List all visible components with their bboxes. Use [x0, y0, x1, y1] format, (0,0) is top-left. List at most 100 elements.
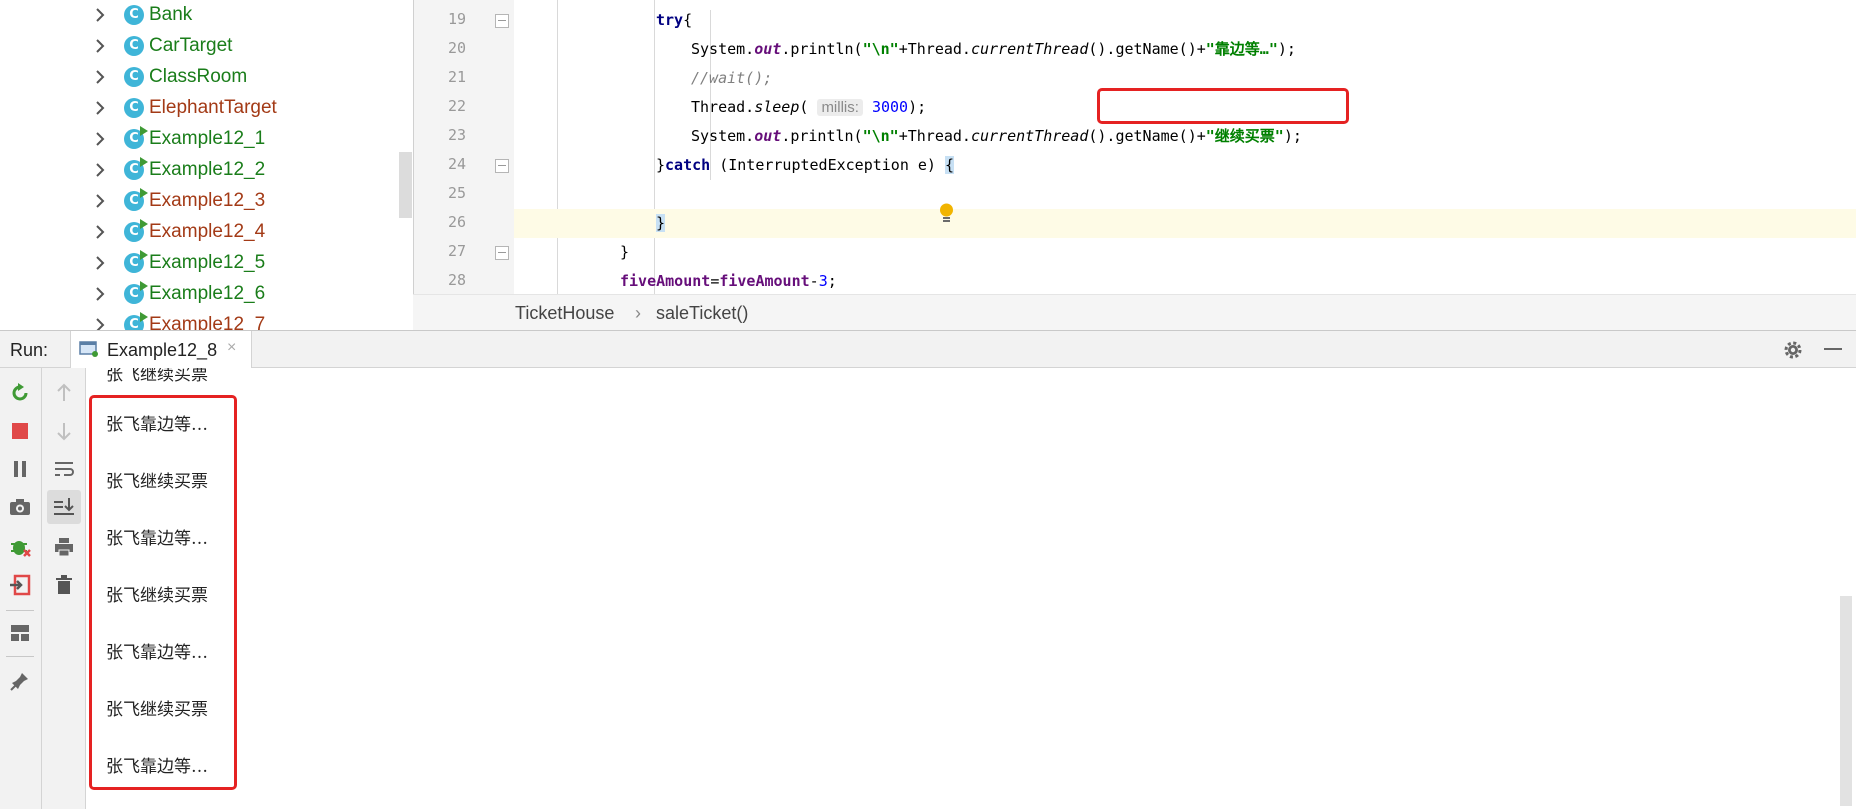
- run-toolbar: [0, 368, 42, 809]
- console-output[interactable]: 张飞继续买票 张飞靠边等… 张飞继续买票 张飞靠边等… 张飞继续买票 张飞靠边等…: [86, 368, 1856, 809]
- arrow-up-icon[interactable]: [51, 380, 77, 406]
- project-tree: C Bank C CarTarget C ClassRoom C Elephan…: [0, 0, 413, 330]
- chevron-right-icon[interactable]: [92, 69, 108, 85]
- code-line-27: }: [620, 243, 630, 261]
- line-number: 26: [447, 213, 466, 231]
- scroll-to-end-icon[interactable]: [47, 490, 81, 524]
- breadcrumb: TicketHouse › saleTicket(): [413, 294, 1856, 331]
- runnable-class-icon: C: [124, 126, 148, 149]
- tree-item-label: Example12_3: [149, 190, 266, 211]
- chevron-right-icon[interactable]: [92, 162, 108, 178]
- tree-item-label: ElephantTarget: [149, 97, 277, 118]
- tree-item-elephanttarget[interactable]: C ElephantTarget: [0, 93, 400, 124]
- breadcrumb-separator: ›: [635, 303, 641, 323]
- code-line-26: }: [514, 209, 1856, 238]
- chevron-right-icon[interactable]: [92, 7, 108, 23]
- rerun-icon[interactable]: [7, 380, 33, 406]
- run-header: Run: Example12_8 ×: [0, 330, 1856, 368]
- tree-item-label: Example12_6: [149, 283, 266, 304]
- layout-icon[interactable]: [7, 620, 33, 646]
- minimize-icon[interactable]: [1824, 348, 1842, 350]
- fold-icon[interactable]: [495, 14, 509, 28]
- line-number: 19: [447, 10, 466, 28]
- run-label: Run:: [10, 340, 49, 360]
- line-number: 27: [447, 242, 466, 260]
- tree-item-example12-6[interactable]: C Example12_6: [0, 279, 400, 310]
- tree-item-label: Bank: [149, 4, 193, 25]
- tree-item-example12-5[interactable]: C Example12_5: [0, 248, 400, 279]
- tree-item-classroom[interactable]: C ClassRoom: [0, 62, 400, 93]
- soft-wrap-icon[interactable]: [51, 456, 77, 482]
- class-icon: C: [124, 36, 144, 56]
- close-icon[interactable]: ×: [227, 339, 236, 357]
- code-line-23: System.out.println("\n"+Thread.currentTh…: [691, 127, 1302, 145]
- class-icon: C: [124, 67, 144, 87]
- line-number: 21: [447, 68, 466, 86]
- line-number: 22: [447, 97, 466, 115]
- runnable-class-icon: C: [124, 219, 148, 242]
- pin-icon[interactable]: [7, 668, 33, 694]
- highlight-box: [1097, 88, 1349, 124]
- tree-item-example12-7[interactable]: C Example12_7: [0, 310, 400, 330]
- console-line: 张飞继续买票: [106, 368, 208, 385]
- camera-icon[interactable]: [7, 494, 33, 520]
- code-line-19: try{: [656, 11, 693, 29]
- tree-item-label: ClassRoom: [149, 66, 248, 87]
- tree-item-cartarget[interactable]: C CarTarget: [0, 31, 400, 62]
- tree-item-example12-1[interactable]: C Example12_1: [0, 124, 400, 155]
- runnable-class-icon: C: [124, 188, 148, 211]
- chevron-right-icon[interactable]: [92, 286, 108, 302]
- tree-item-example12-2[interactable]: C Example12_2: [0, 155, 400, 186]
- run-config-icon: [79, 341, 98, 357]
- fold-icon[interactable]: [495, 246, 509, 260]
- breadcrumb-method[interactable]: saleTicket(): [656, 303, 748, 324]
- tree-item-example12-4[interactable]: C Example12_4: [0, 217, 400, 248]
- login-icon[interactable]: [7, 572, 33, 598]
- pause-icon[interactable]: [7, 456, 33, 482]
- fold-icon[interactable]: [495, 159, 509, 173]
- chevron-right-icon[interactable]: [92, 317, 108, 330]
- chevron-right-icon[interactable]: [92, 255, 108, 271]
- chevron-right-icon[interactable]: [92, 100, 108, 116]
- runnable-class-icon: C: [124, 157, 148, 180]
- print-icon[interactable]: [51, 534, 77, 560]
- debug-restart-icon[interactable]: [7, 534, 33, 560]
- tree-item-label: Example12_7: [149, 314, 266, 330]
- console-toolbar: [42, 368, 86, 809]
- gear-icon[interactable]: [1782, 339, 1804, 361]
- line-number: 23: [447, 126, 466, 144]
- chevron-right-icon[interactable]: [92, 131, 108, 147]
- tree-item-example12-3[interactable]: C Example12_3: [0, 186, 400, 217]
- chevron-right-icon[interactable]: [92, 224, 108, 240]
- tree-item-label: CarTarget: [149, 35, 233, 56]
- tree-item-label: Example12_5: [149, 252, 266, 273]
- lightbulb-icon[interactable]: [939, 203, 954, 223]
- code-area[interactable]: try{ System.out.println("\n"+Thread.curr…: [514, 0, 1856, 294]
- parameter-hint: millis:: [817, 99, 863, 116]
- runnable-class-icon: C: [124, 281, 148, 304]
- tree-item-label: Example12_4: [149, 221, 266, 242]
- run-tab[interactable]: Example12_8 ×: [70, 331, 252, 368]
- console-scrollbar[interactable]: [1840, 596, 1852, 806]
- class-icon: C: [124, 98, 144, 118]
- tree-item-label: Example12_1: [149, 128, 266, 149]
- highlight-box: [89, 395, 237, 790]
- chevron-right-icon[interactable]: [92, 38, 108, 54]
- stop-icon[interactable]: [7, 418, 33, 444]
- tree-item-bank[interactable]: C Bank: [0, 0, 400, 31]
- code-line-28: fiveAmount=fiveAmount-3;: [620, 272, 837, 290]
- run-tab-label: Example12_8: [107, 340, 218, 360]
- class-icon: C: [124, 5, 144, 25]
- arrow-down-icon[interactable]: [51, 418, 77, 444]
- runnable-class-icon: C: [124, 312, 148, 330]
- runnable-class-icon: C: [124, 250, 148, 273]
- line-number: 24: [447, 155, 466, 173]
- editor-gutter: 19 20 21 22 23 24 25 26 27 28: [414, 0, 514, 294]
- code-editor[interactable]: 19 20 21 22 23 24 25 26 27 28 try{ Syste…: [413, 0, 1856, 294]
- trash-icon[interactable]: [51, 572, 77, 598]
- tree-scrollbar[interactable]: [399, 152, 412, 218]
- chevron-right-icon[interactable]: [92, 193, 108, 209]
- line-number: 20: [447, 39, 466, 57]
- breadcrumb-class[interactable]: TicketHouse: [515, 303, 614, 324]
